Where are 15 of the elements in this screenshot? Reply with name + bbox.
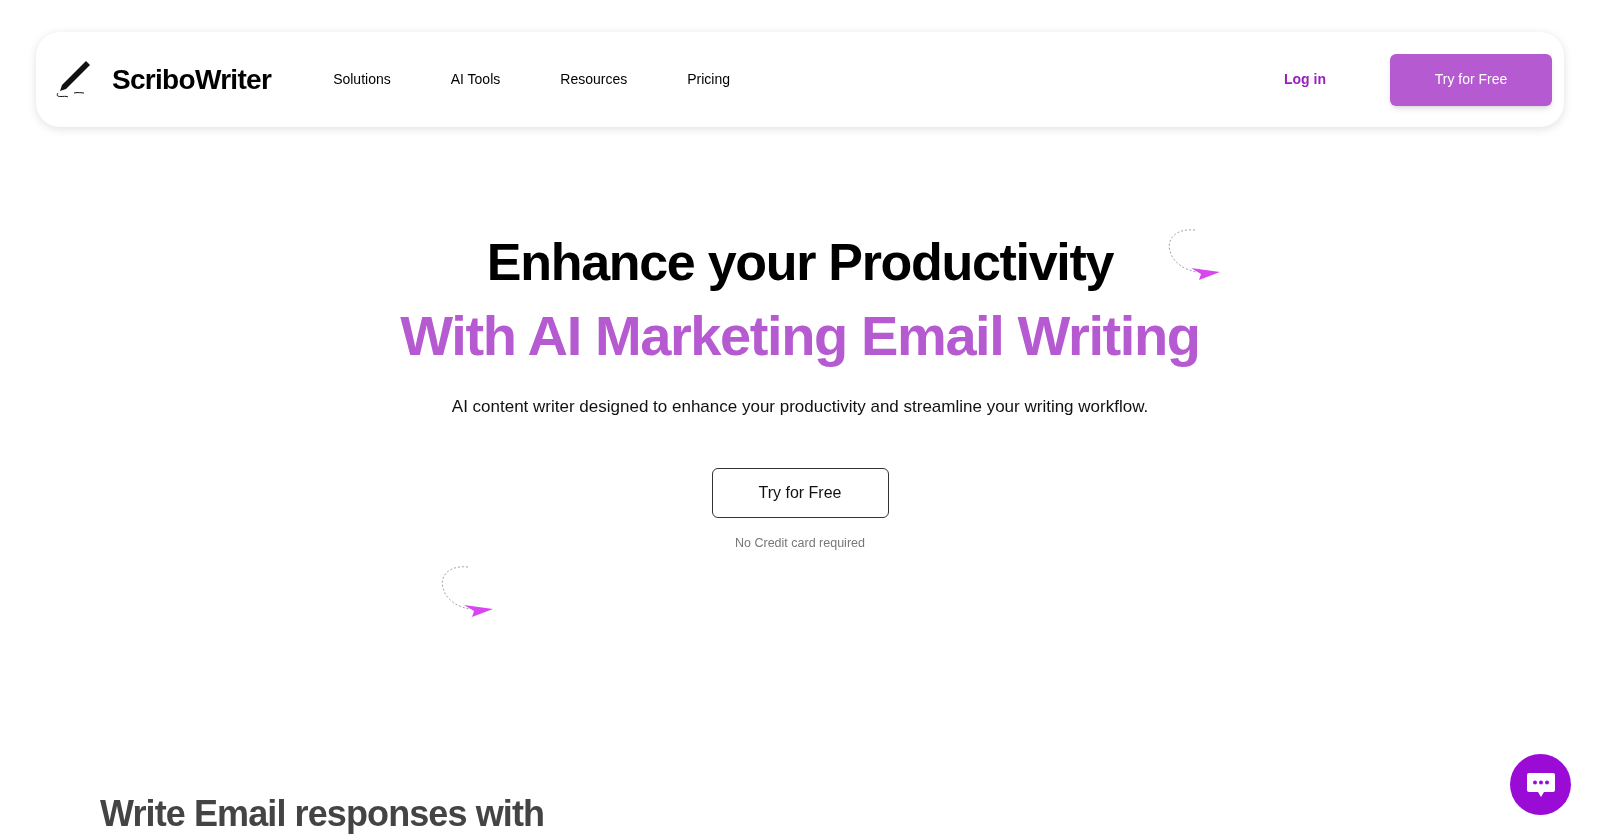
nav-link[interactable]: Pricing <box>683 69 734 90</box>
try-free-button[interactable]: Try for Free <box>1390 53 1552 106</box>
hero-title: Enhance your Productivity <box>486 232 1114 293</box>
chat-bubble-icon <box>1525 770 1556 799</box>
section-heading: Write Email responses with <box>100 792 545 834</box>
chat-button[interactable] <box>1510 754 1571 815</box>
nav-link[interactable]: AI Tools <box>446 69 505 90</box>
login-link[interactable]: Log in <box>1284 69 1326 90</box>
nav-link[interactable]: Resources <box>556 69 632 90</box>
logo-text: ScriboWriter <box>112 62 272 97</box>
try-free-button[interactable]: Try for Free <box>711 467 889 518</box>
credit-card-note: No Credit card required <box>735 534 865 552</box>
hero-description: AI content writer designed to enhance your productivity and streamline your writing workflow. <box>451 396 1149 418</box>
nav-link[interactable]: Solutions <box>329 69 395 90</box>
hero-subtitle: With AI Marketing Email Writing <box>400 303 1200 369</box>
